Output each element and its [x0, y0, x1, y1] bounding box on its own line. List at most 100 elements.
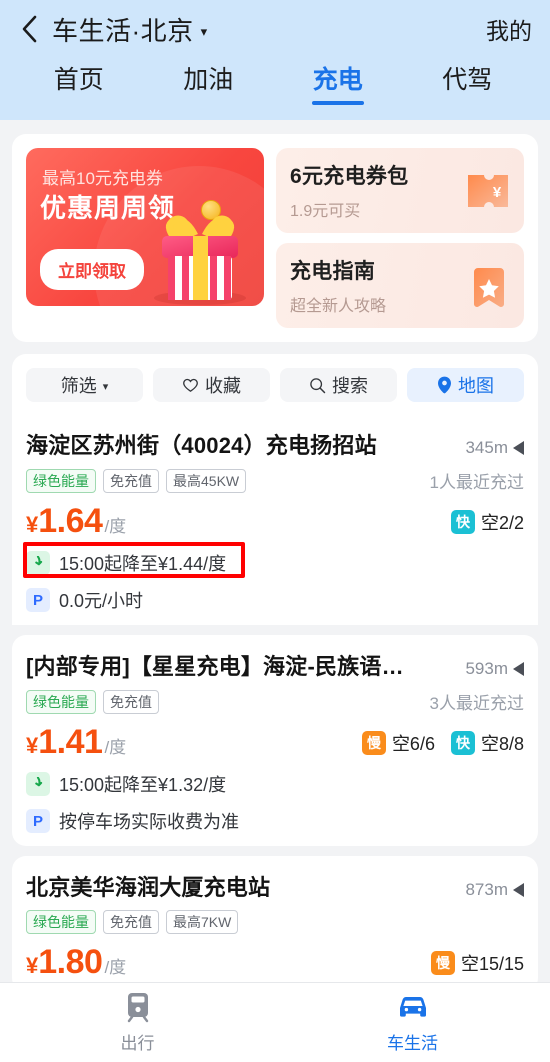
station-availability: 快 空2/2: [450, 509, 524, 539]
station-price: ¥ 1.64 /度: [26, 503, 451, 539]
tab-charging[interactable]: 充电: [273, 64, 403, 105]
tag-no-topup: 免充值: [103, 689, 159, 714]
price-drop-row: 15:00起降至¥1.32/度: [26, 771, 524, 797]
station-header: 海淀区苏州街（40024）充电扬招站 345m: [26, 428, 524, 460]
heart-icon: [183, 378, 198, 392]
station-card[interactable]: 海淀区苏州街（40024）充电扬招站 345m 绿色能量 免充值 最高45KW …: [12, 414, 538, 625]
bottom-tabbar: 出行 车生活: [0, 982, 550, 1062]
city-selector[interactable]: 车生活·北京 ▾: [52, 11, 207, 48]
parking-fee-text: 0.0元/小时: [59, 591, 144, 611]
price-drop-text: 15:00起降至¥1.44/度: [59, 554, 227, 574]
station-price-row: ¥ 1.80 /度 慢 空15/15: [26, 944, 524, 980]
price-drop-icon: [26, 772, 50, 796]
fast-charge-badge: 快: [450, 510, 475, 534]
favorites-chip[interactable]: 收藏: [153, 368, 270, 402]
promo-side-cards: 6元充电券包 1.9元可买 ¥ 充电指南 超全新人攻略: [276, 148, 524, 328]
station-recent-users: 1人最近充过: [429, 473, 524, 492]
tabbar-label: 车生活: [387, 1034, 438, 1053]
currency-symbol: ¥: [26, 733, 39, 758]
parking-icon: P: [26, 588, 50, 612]
navigate-arrow-icon[interactable]: [513, 441, 524, 455]
navigate-arrow-icon[interactable]: [513, 883, 524, 897]
price-drop-row: 15:00起降至¥1.44/度: [26, 550, 524, 576]
tab-underline: [53, 101, 105, 105]
search-icon: [310, 377, 326, 393]
parking-fee-row: P 按停车场实际收费为准: [26, 808, 524, 834]
station-meta: 绿色能量 免充值 3人最近充过: [26, 689, 524, 714]
search-chip[interactable]: 搜索: [280, 368, 397, 402]
tab-refuel[interactable]: 加油: [144, 64, 274, 105]
station-list-panel: 筛选 ▾ 收藏 搜索 地图 海淀区苏州街（40024）充电扬招站 345m 绿色…: [12, 354, 538, 1006]
category-tabs: 首页 加油 充电 代驾: [14, 58, 532, 120]
tag-max-power: 最高7KW: [166, 910, 239, 934]
station-distance: 873m: [465, 880, 524, 900]
tabbar-item-travel[interactable]: 出行: [0, 983, 275, 1062]
fast-charge-count: 空8/8: [480, 734, 524, 754]
map-chip[interactable]: 地图: [407, 368, 524, 402]
tag-no-topup: 免充值: [103, 910, 159, 934]
app-header: 车生活·北京 ▾ 我的 首页 加油 充电 代驾: [0, 0, 550, 120]
map-chip-label: 地图: [458, 376, 494, 396]
train-icon: [127, 993, 148, 1023]
currency-symbol: ¥: [26, 953, 39, 978]
svg-text:¥: ¥: [493, 184, 502, 201]
fast-charge-count: 空2/2: [480, 513, 524, 533]
location-pin-icon: [438, 376, 451, 394]
price-drop-icon: [26, 551, 50, 575]
station-distance: 345m: [465, 438, 524, 458]
slow-charge-count: 空15/15: [460, 954, 524, 974]
tabbar-item-car-life[interactable]: 车生活: [275, 983, 550, 1062]
search-chip-label: 搜索: [332, 376, 368, 396]
back-icon[interactable]: [14, 14, 44, 44]
station-price-row: ¥ 1.41 /度 慢 空6/6 快 空8/8: [26, 724, 524, 760]
station-price: ¥ 1.41 /度: [26, 724, 362, 760]
tabbar-label: 出行: [120, 1034, 155, 1053]
price-value: 1.41: [38, 723, 103, 761]
navigate-arrow-icon[interactable]: [513, 662, 524, 676]
tab-label: 加油: [183, 66, 234, 94]
station-tags: 绿色能量 免充值 最高45KW: [26, 468, 430, 493]
charging-guide-card[interactable]: 充电指南 超全新人攻略: [276, 243, 524, 328]
bookmark-star-icon: [474, 267, 504, 307]
station-card[interactable]: [内部专用]【星星充电】海淀-民族语… 593m 绿色能量 免充值 3人最近充过…: [12, 635, 538, 846]
car-icon: [399, 996, 426, 1017]
price-value: 1.64: [38, 502, 103, 540]
gift-box-icon: [154, 215, 246, 305]
tab-underline: [441, 101, 493, 105]
promo-banner[interactable]: 最高10元充电券 优惠周周领 立即领取: [26, 148, 264, 306]
coupon-package-card[interactable]: 6元充电券包 1.9元可买 ¥: [276, 148, 524, 233]
list-toolbar: 筛选 ▾ 收藏 搜索 地图: [12, 354, 538, 414]
availability-slow: 慢 空15/15: [430, 950, 524, 976]
tag-max-power: 最高45KW: [166, 468, 247, 493]
tab-designated-driver[interactable]: 代驾: [403, 64, 533, 105]
tab-underline: [182, 101, 234, 105]
price-drop-text: 15:00起降至¥1.32/度: [59, 775, 227, 795]
coupon-ticket-icon: ¥: [468, 174, 508, 207]
tag-no-topup: 免充值: [103, 468, 159, 493]
filter-chip-label: 筛选: [60, 376, 97, 396]
station-card[interactable]: 北京美华海润大厦充电站 873m 绿色能量 免充值 最高7KW ¥ 1.80 /…: [12, 856, 538, 992]
price-value: 1.80: [38, 943, 103, 981]
station-price: ¥ 1.80 /度: [26, 944, 431, 980]
station-name: [内部专用]【星星充电】海淀-民族语…: [26, 654, 404, 679]
favorites-chip-label: 收藏: [205, 376, 241, 396]
chevron-down-icon: ▾: [102, 380, 109, 393]
claim-now-button[interactable]: 立即领取: [40, 249, 144, 290]
slow-charge-badge: 慢: [430, 951, 455, 975]
navigation-bar: 车生活·北京 ▾ 我的: [14, 0, 532, 58]
price-unit: /度: [104, 958, 127, 977]
chevron-down-icon: ▾: [200, 23, 208, 39]
tab-underline: [311, 101, 364, 105]
filter-chip[interactable]: 筛选 ▾: [26, 368, 143, 402]
currency-symbol: ¥: [26, 512, 39, 537]
tag-green-energy: 绿色能量: [26, 910, 96, 934]
station-meta: 绿色能量 免充值 最高45KW 1人最近充过: [26, 468, 524, 493]
tab-home[interactable]: 首页: [14, 64, 144, 105]
parking-fee-text: 按停车场实际收费为准: [59, 812, 239, 832]
tab-label: 代驾: [442, 66, 493, 94]
station-header: 北京美华海润大厦充电站 873m: [26, 870, 524, 902]
my-account-link[interactable]: 我的: [486, 12, 532, 46]
slow-charge-count: 空6/6: [391, 734, 435, 754]
promotion-panel: 最高10元充电券 优惠周周领 立即领取 6元充电券包 1.9元可买 ¥ 充电指南…: [12, 134, 538, 342]
availability-fast: 快 空2/2: [450, 509, 524, 535]
